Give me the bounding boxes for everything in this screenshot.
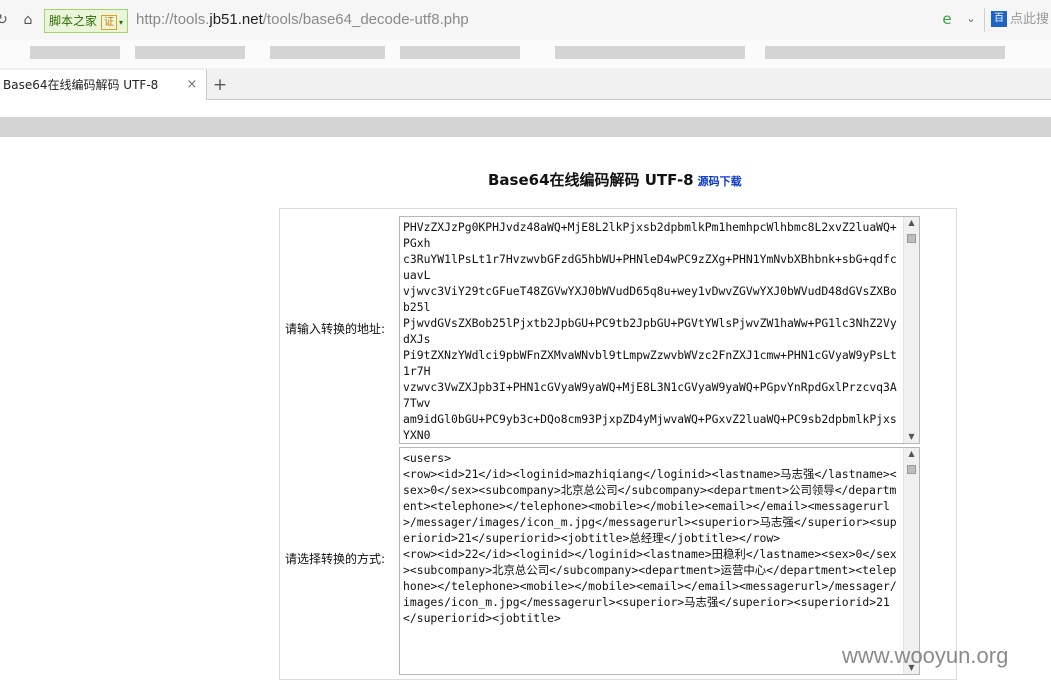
certificate-icon: 证 [101,15,118,30]
scroll-thumb[interactable] [907,465,916,474]
scroll-up-icon[interactable]: ▲ [904,217,919,229]
ie-engine-icon[interactable]: e [938,10,956,28]
bookmark-item[interactable] [135,46,245,59]
url-host: jb51.net [209,11,263,28]
site-name: 脚本之家 [49,14,98,28]
url-scheme: http://tools. [136,11,210,28]
page-header-band [0,117,1051,137]
decoded-output-text: <users> <row><id>21</id><loginid>mazhiqi… [403,451,897,625]
method-label: 请选择转换的方式: [285,552,386,566]
new-tab-button[interactable]: + [210,75,230,95]
url-path: /tools/base64_decode-utf8.php [262,11,469,28]
bookmark-item[interactable] [765,46,1005,59]
bookmark-item[interactable] [30,46,120,59]
base64-input-textarea[interactable]: PHVzZXJzPg0KPHJvdz48aWQ+MjE8L2lkPjxsb2dp… [399,216,920,444]
site-identity-badge[interactable]: 脚本之家证 ▾ [44,9,129,33]
divider [984,8,985,32]
bookmark-item[interactable] [555,46,745,59]
tab-base64[interactable]: Base64在线编码解码 UTF-8 × [0,70,207,100]
scrollbar[interactable]: ▲ ▼ [903,217,919,443]
search-input[interactable]: 点此搜 [1010,10,1051,30]
reload-icon[interactable]: ↻ [0,10,12,30]
input-label: 请输入转换的地址: [285,322,386,336]
chevron-down-icon[interactable]: ⌄ [962,10,980,28]
bookmark-item[interactable] [270,46,385,59]
tab-title: Base64在线编码解码 UTF-8 [3,78,159,92]
scroll-down-icon[interactable]: ▼ [904,431,919,443]
address-bar: ↻ ⌂ 脚本之家证 ▾ http://tools.jb51.net/tools/b… [0,0,1051,41]
close-icon[interactable]: × [185,77,199,93]
scroll-thumb[interactable] [907,234,916,243]
home-icon[interactable]: ⌂ [18,10,38,30]
page-title: Base64在线编码解码 UTF-8 源码下载 [488,169,742,190]
scrollbar[interactable]: ▲ ▼ [903,448,919,674]
bookmark-item[interactable] [400,46,520,59]
base64-input-text: PHVzZXJzPg0KPHJvdz48aWQ+MjE8L2lkPjxsb2dp… [403,220,897,442]
url-input[interactable]: http://tools.jb51.net/tools/base64_decod… [136,9,926,31]
scroll-up-icon[interactable]: ▲ [904,448,919,460]
page-title-text: Base64在线编码解码 UTF-8 [488,171,694,189]
chevron-down-icon: ▾ [119,18,124,27]
source-download-link[interactable]: 源码下载 [698,175,742,188]
converter-form: 请输入转换的地址: PHVzZXJzPg0KPHJvdz48aWQ+MjE8L2… [279,208,957,680]
baidu-search-icon[interactable]: 百 [991,11,1007,27]
decoded-output-textarea[interactable]: <users> <row><id>21</id><loginid>mazhiqi… [399,447,920,675]
watermark: www.wooyun.org [842,643,1009,668]
